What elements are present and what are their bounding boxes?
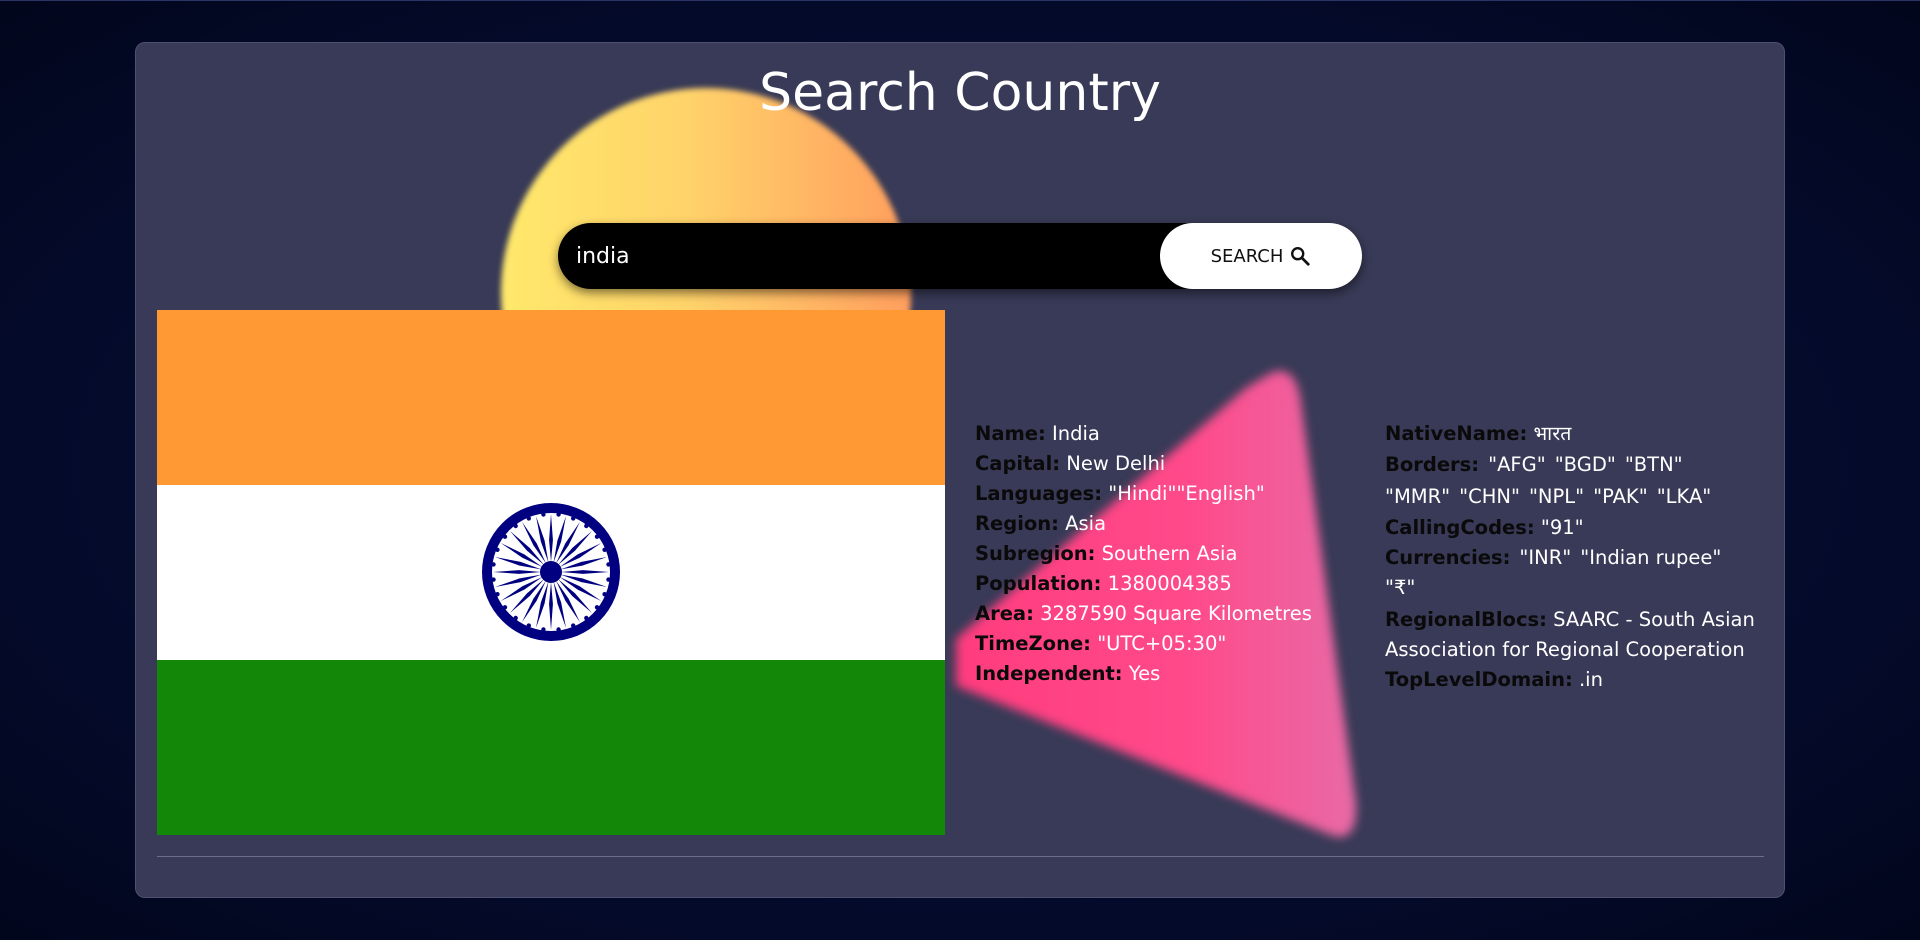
chakra-rim-dot — [556, 627, 561, 632]
chakra-spoke — [509, 579, 544, 614]
chakra-rim-dot — [495, 547, 500, 552]
chakra-spoke — [549, 514, 553, 562]
detail-area: Area: 3287590 Square Kilometres — [975, 602, 1312, 625]
country-flag — [157, 310, 945, 835]
chakra-spoke — [558, 530, 593, 565]
chakra-rim-dot — [602, 547, 607, 552]
detail-region: Region: Asia — [975, 512, 1107, 535]
detail-independent: Independent: Yes — [975, 662, 1161, 685]
chakra-rim-dot — [594, 605, 600, 610]
search-icon — [1291, 247, 1311, 266]
chakra-rim-dot — [606, 577, 611, 582]
chakra-rim-dot — [606, 562, 611, 567]
chakra-rim-dot — [502, 534, 508, 539]
chakra-rim-dot — [571, 516, 576, 521]
chakra-rim-dot — [495, 592, 500, 597]
card-divider — [157, 856, 1764, 857]
detail-currencies: Currencies: "INR" "Indian rupee" "₹" — [1385, 546, 1722, 599]
chakra-rim-dot — [584, 615, 589, 621]
chakra-hub — [540, 561, 562, 583]
flag-saffron-stripe — [157, 310, 945, 485]
chakra-rim-dot — [491, 577, 496, 582]
chakra-spoke — [561, 570, 609, 574]
search-bar: SEARCH — [558, 223, 1362, 289]
page: Search Country SEARCH Name: India Capita… — [0, 0, 1920, 940]
detail-name: Name: India — [975, 422, 1100, 445]
page-title: Search Country — [759, 63, 1161, 123]
detail-native-name: NativeName: भारत — [1385, 422, 1572, 445]
chakra-rim-dot — [491, 562, 496, 567]
search-button[interactable]: SEARCH — [1160, 223, 1362, 289]
chakra-spoke — [493, 570, 541, 574]
chakra-rim-dot — [502, 605, 508, 610]
chakra-rim-dot — [584, 523, 589, 529]
chakra-rim-dot — [541, 627, 546, 632]
flag-green-stripe — [157, 660, 945, 835]
chakra-rim-dot — [571, 623, 576, 628]
chakra-rim-dot — [526, 516, 531, 521]
chakra-spoke — [549, 582, 553, 630]
chakra-rim-dot — [556, 512, 561, 517]
search-button-label: SEARCH — [1210, 245, 1284, 267]
chakra-spoke — [509, 530, 544, 565]
detail-languages: Languages: "Hindi""English" — [975, 482, 1265, 505]
main-card: Search Country SEARCH Name: India Capita… — [135, 42, 1785, 898]
detail-subregion: Subregion: Southern Asia — [975, 542, 1238, 565]
country-details-left: Name: India Capital: New Delhi Languages… — [975, 419, 1355, 689]
chakra-spoke — [558, 579, 593, 614]
chakra-rim-dot — [602, 592, 607, 597]
chakra-rim-dot — [594, 534, 600, 539]
chakra-rim-dot — [513, 523, 518, 529]
flag-white-stripe — [157, 485, 945, 660]
detail-calling-codes: CallingCodes: "91" — [1385, 516, 1584, 539]
country-details-right: NativeName: भारत Borders: "AFG" "BGD" "BTN"… — [1385, 419, 1755, 695]
detail-top-level-domain: TopLevelDomain: .in — [1385, 668, 1603, 691]
detail-regional-blocs: RegionalBlocs: SAARC - South Asian Assoc… — [1385, 608, 1755, 661]
search-input[interactable] — [576, 223, 1136, 289]
chakra-rim-dot — [541, 512, 546, 517]
detail-borders: Borders: "AFG" "BGD" "BTN" "MMR" "CHN" "NPL" "P… — [1385, 453, 1712, 508]
ashoka-chakra-icon — [482, 503, 620, 641]
detail-capital: Capital: New Delhi — [975, 452, 1166, 475]
detail-population: Population: 1380004385 — [975, 572, 1232, 595]
top-border — [0, 0, 1920, 1]
chakra-rim-dot — [513, 615, 518, 621]
chakra-rim-dot — [526, 623, 531, 628]
detail-timezone: TimeZone: "UTC+05:30" — [975, 632, 1227, 655]
